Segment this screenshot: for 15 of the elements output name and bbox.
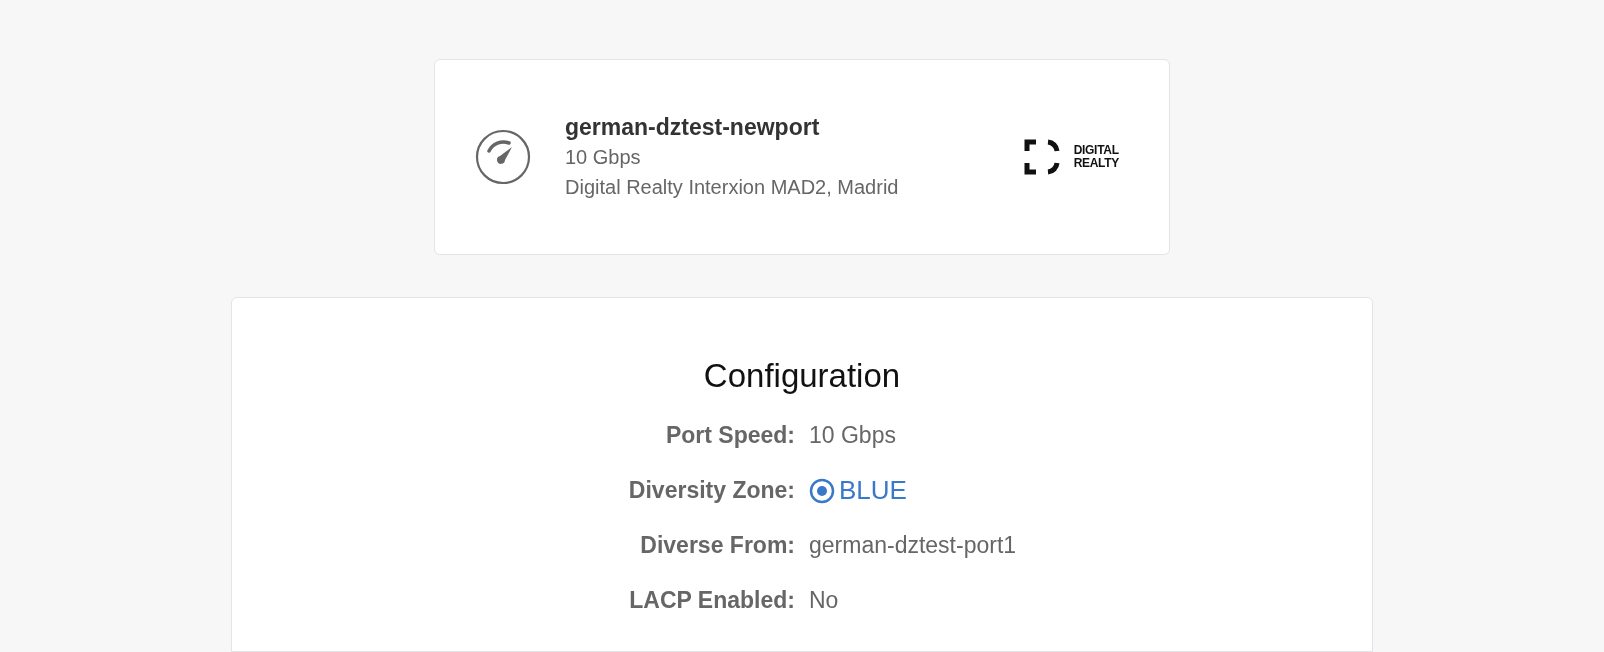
field-value: german-dztest-port1 [809,531,1018,560]
section-title: Configuration [703,356,901,396]
field-label: Diversity Zone: [627,476,795,505]
zone-dot-icon [809,477,835,504]
port-location: Digital Realty Interxion MAD2, Madrid [565,175,900,200]
field-label: Diverse From: [639,531,795,560]
field-value: 10 Gbps [809,421,897,450]
port-name: german-dztest-newport [565,113,821,142]
company-logo: DIGITAL REALTY [1023,139,1119,175]
port-speed: 10 Gbps [565,145,642,170]
speedometer-icon [475,129,531,185]
field-value: No [809,586,840,615]
field-value: BLUE [839,474,907,507]
field-label: LACP Enabled: [628,586,795,615]
field-label: Port Speed: [664,421,795,450]
